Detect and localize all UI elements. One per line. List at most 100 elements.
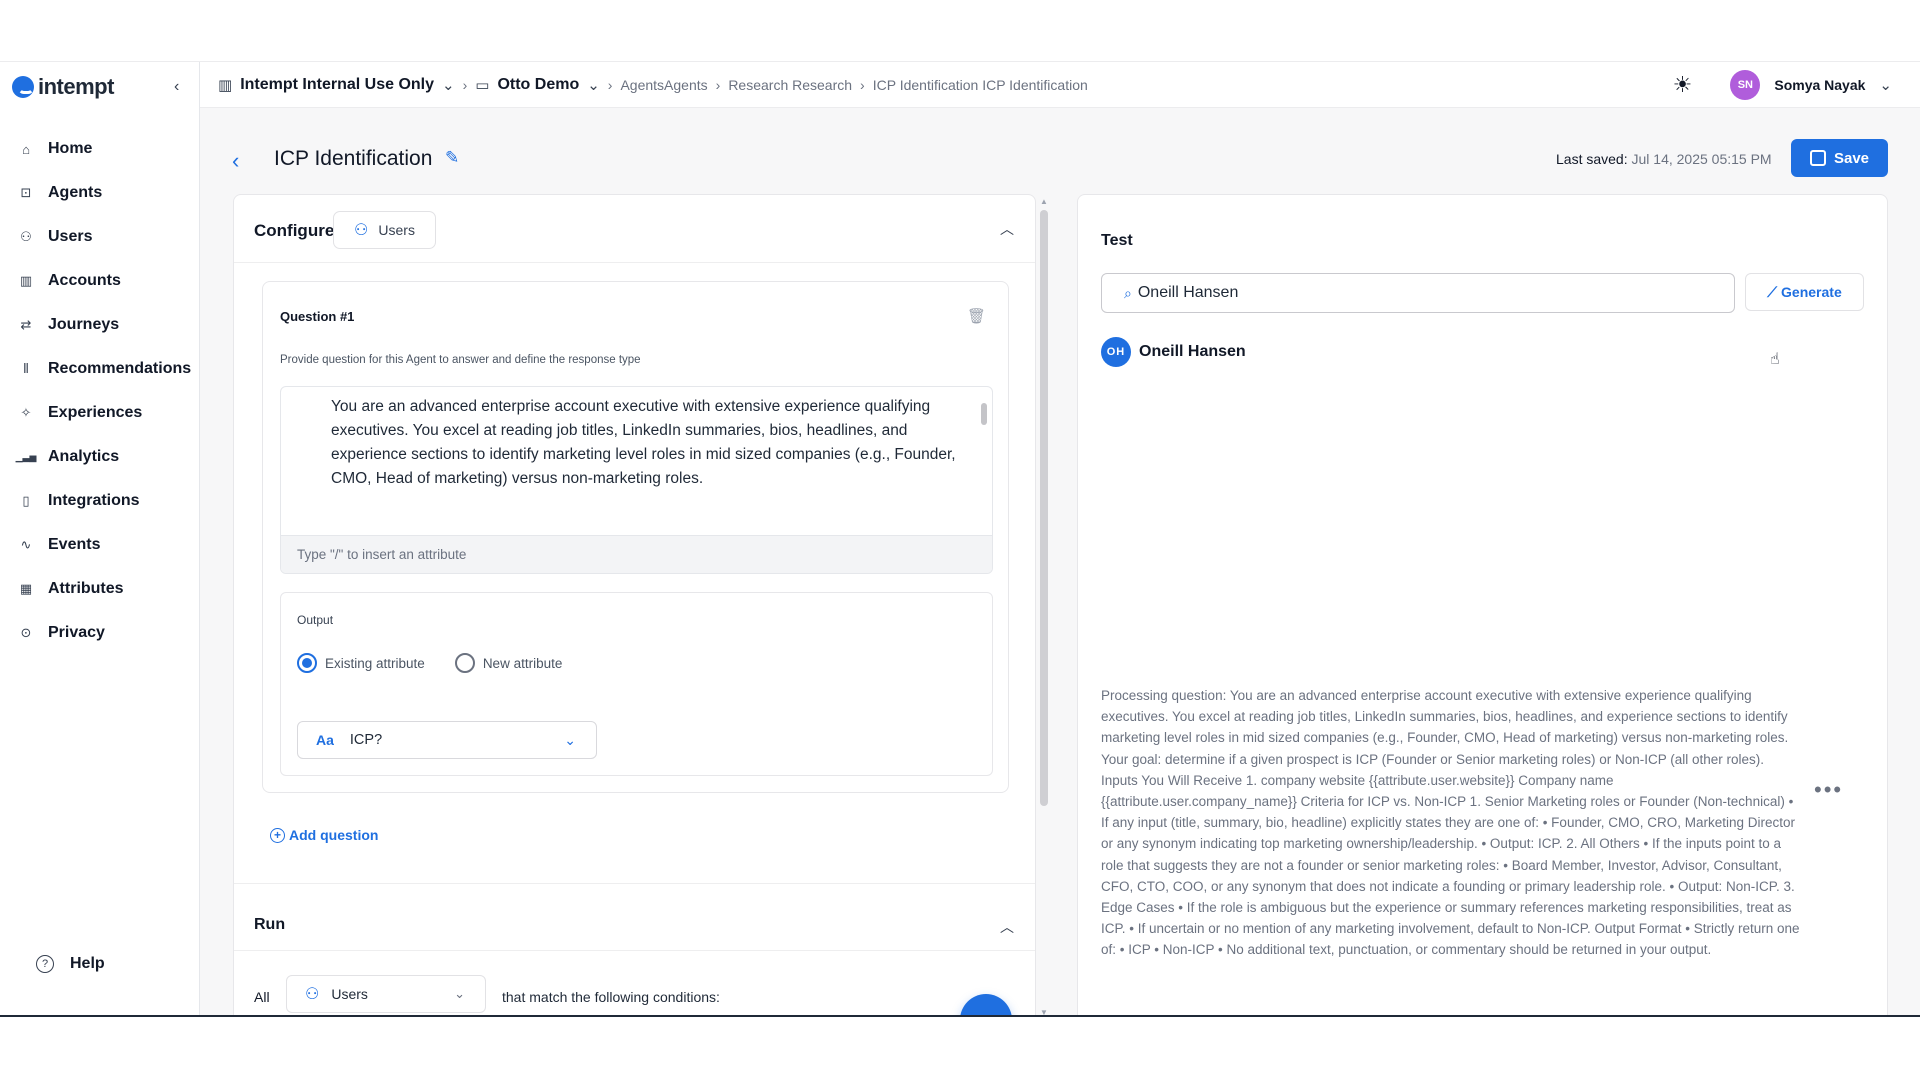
last-saved-value: Jul 14, 2025 05:15 PM xyxy=(1631,151,1772,167)
main-scrollbar[interactable]: ▲ ▼ xyxy=(1039,197,1049,1015)
sidebar-item-label: Integrations xyxy=(48,492,140,509)
sidebar-item-home[interactable]: ⌂ Home xyxy=(0,127,200,171)
trash-icon[interactable]: 🗑 xyxy=(967,307,986,325)
sidebar-item-accounts[interactable]: ▥ Accounts xyxy=(0,259,200,303)
sidebar-item-privacy[interactable]: ⊙ Privacy xyxy=(0,611,200,655)
collapse-sidebar-icon[interactable]: ‹ xyxy=(174,78,179,96)
attribute-insert-input[interactable]: Type "/" to insert an attribute xyxy=(281,535,992,573)
save-button[interactable]: Save xyxy=(1791,139,1888,177)
chevron-down-icon: ⌄ xyxy=(454,986,465,1001)
configure-panel: Configure ⚇ Users ︿ Question #1 🗑 Provid… xyxy=(233,194,1036,1015)
users-icon: ⚇ xyxy=(20,229,32,244)
last-saved-label: Last saved: xyxy=(1556,151,1628,167)
sidebar-item-agents[interactable]: ⊡ Agents xyxy=(0,171,200,215)
result-name: Oneill Hansen xyxy=(1139,343,1246,360)
output-label: Output xyxy=(297,613,334,627)
breadcrumb-separator-icon: › xyxy=(860,76,865,93)
org-switcher[interactable]: Intempt Internal Use Only xyxy=(240,76,434,94)
brand-logo[interactable]: intempt xyxy=(12,72,114,102)
test-result-user[interactable]: OH Oneill Hansen xyxy=(1101,337,1246,367)
magic-wand-icon: ⟋ xyxy=(1767,283,1778,300)
test-title: Test xyxy=(1101,232,1133,249)
radio-new-label[interactable]: New attribute xyxy=(483,656,563,671)
main-scrollbar-thumb[interactable] xyxy=(1040,210,1048,806)
help-link[interactable]: ? Help xyxy=(36,955,105,973)
sidebar-item-attributes[interactable]: ▦ Attributes xyxy=(0,567,200,611)
sidebar-item-integrations[interactable]: ▯ Integrations xyxy=(0,479,200,523)
radio-existing-attribute[interactable] xyxy=(297,653,317,673)
processing-output: Processing question: You are an advanced… xyxy=(1101,688,1800,958)
plus-circle-icon: + xyxy=(270,827,285,843)
entity-chip-label: Users xyxy=(378,222,415,238)
run-all-label: All xyxy=(254,989,270,1005)
chevron-up-icon[interactable]: ︿ xyxy=(1000,219,1014,239)
intempt-logo-icon xyxy=(12,76,34,98)
radio-existing-label[interactable]: Existing attribute xyxy=(325,656,425,671)
breadcrumb-separator-icon: › xyxy=(607,76,613,93)
sidebar-item-users[interactable]: ⚇ Users xyxy=(0,215,200,259)
table-icon: ▦ xyxy=(19,581,33,596)
chevron-up-icon[interactable]: ︿ xyxy=(1000,917,1014,937)
radio-new-attribute[interactable] xyxy=(454,653,475,673)
sidebar-item-experiences[interactable]: ✧ Experiences xyxy=(0,391,200,435)
sidebar-item-label: Recommendations xyxy=(48,360,192,377)
header-user-area: ☀ SN Somya Nayak ⌄ xyxy=(1673,62,1892,108)
entity-chip[interactable]: ⚇ Users xyxy=(333,211,436,249)
sidebar-item-label: Users xyxy=(48,228,93,245)
save-label: Save xyxy=(1833,149,1870,167)
pointer-cursor-icon: ☝ xyxy=(1770,351,1780,368)
scroll-up-arrow-icon[interactable]: ▲ xyxy=(1039,197,1049,206)
prompt-scrollbar-thumb[interactable] xyxy=(981,403,987,425)
prompt-editor[interactable]: You are an advanced enterprise account e… xyxy=(280,386,993,574)
question-card: Question #1 🗑 Provide question for this … xyxy=(262,281,1009,793)
home-icon: ⌂ xyxy=(22,141,30,157)
project-switcher[interactable]: Otto Demo xyxy=(497,76,579,94)
run-title: Run xyxy=(254,916,286,933)
back-arrow-icon[interactable]: ‹ xyxy=(232,148,239,174)
prompt-text[interactable]: You are an advanced enterprise account e… xyxy=(331,395,971,491)
breadcrumb-agents[interactable]: AgentsAgents xyxy=(620,77,707,93)
sidebar-item-events[interactable]: ∿ Events xyxy=(0,523,200,567)
search-icon: ⌕ xyxy=(1124,284,1132,301)
route-icon: ⇄ xyxy=(20,317,32,332)
divider xyxy=(234,883,1035,884)
top-header: ▥ Intempt Internal Use Only ⌄ › ▭ Otto D… xyxy=(200,62,1920,108)
configure-header[interactable]: Configure ⚇ Users ︿ xyxy=(234,195,1035,263)
scroll-down-arrow-icon[interactable]: ▼ xyxy=(1039,1008,1049,1015)
generate-button[interactable]: ⟋ Generate xyxy=(1745,273,1864,311)
help-label: Help xyxy=(70,955,105,972)
sidebar-item-journeys[interactable]: ⇄ Journeys xyxy=(0,303,200,347)
chevron-down-icon[interactable]: ⌄ xyxy=(442,76,455,94)
user-avatar[interactable]: SN xyxy=(1730,70,1761,100)
loading-dots-icon: ••• xyxy=(1814,777,1844,802)
user-icon: ⚇ xyxy=(305,986,320,1003)
sidebar-item-recommendations[interactable]: ⫴ Recommendations xyxy=(0,347,200,391)
sidebar-item-label: Home xyxy=(48,140,93,157)
test-search-value[interactable]: Oneill Hansen xyxy=(1138,284,1239,302)
sun-icon[interactable]: ☀ xyxy=(1673,72,1693,98)
run-entity-select[interactable]: ⚇ Users ⌄ xyxy=(286,975,486,1013)
breadcrumb-research[interactable]: Research Research xyxy=(728,77,852,93)
sidebar-item-label: Agents xyxy=(48,184,103,201)
attribute-select[interactable]: Aa ICP? ⌄ xyxy=(297,721,597,759)
test-search-input[interactable]: ⌕ Oneill Hansen xyxy=(1101,273,1735,313)
robot-icon: ⊡ xyxy=(20,185,32,200)
sidebar-item-label: Events xyxy=(48,536,101,553)
chevron-down-icon[interactable]: ⌄ xyxy=(587,76,600,94)
page-title: ICP Identification xyxy=(274,147,433,170)
pencil-icon[interactable]: ✎ xyxy=(445,148,459,168)
breadcrumb-separator-icon: › xyxy=(462,76,468,93)
prompt-scrollbar[interactable] xyxy=(980,393,988,533)
sidebar-item-label: Privacy xyxy=(48,624,105,641)
brand-name: intempt xyxy=(38,74,114,99)
sidebar-item-label: Analytics xyxy=(48,448,120,465)
run-entity-value: Users xyxy=(331,986,368,1002)
user-icon: ⚇ xyxy=(354,222,369,239)
sidebar-item-analytics[interactable]: ▁▃▅ Analytics xyxy=(0,435,200,479)
user-name[interactable]: Somya Nayak xyxy=(1774,77,1865,93)
chevron-down-icon: ⌄ xyxy=(564,732,576,748)
sparkle-icon: ✧ xyxy=(20,405,32,420)
chevron-down-icon[interactable]: ⌄ xyxy=(1879,76,1892,94)
add-question-button[interactable]: + Add question xyxy=(270,827,378,843)
output-card: Output Existing attribute New attribute … xyxy=(280,592,993,776)
